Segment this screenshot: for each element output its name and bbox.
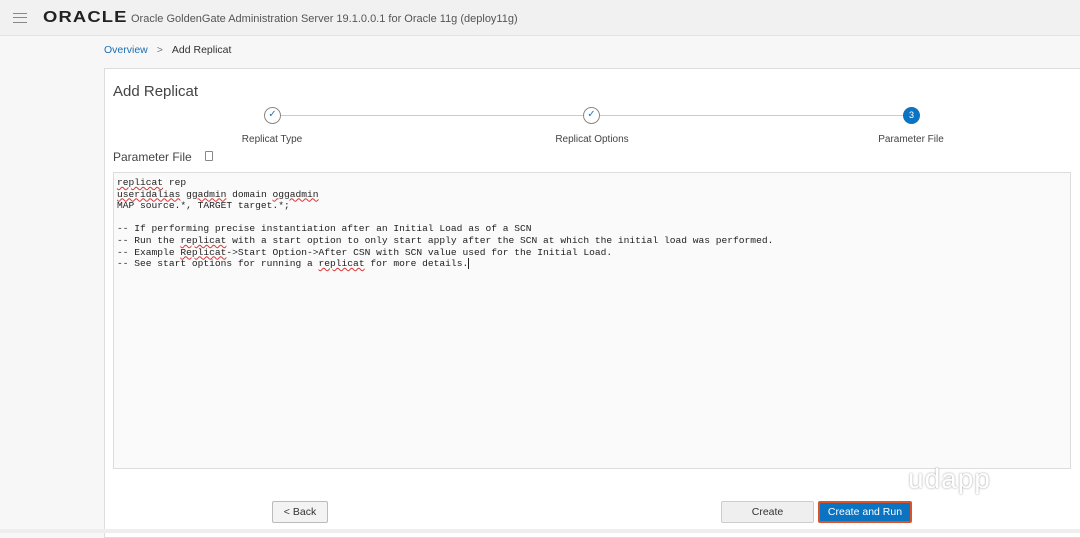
misspelled-word: replicat <box>318 258 365 270</box>
misspelled-word: replicat <box>180 234 227 246</box>
step-label-parameter-file: Parameter File <box>878 134 944 145</box>
editor-line: MAP source.*, TARGET target.*; <box>117 200 1067 212</box>
step-1-check-icon[interactable]: ✓ <box>264 107 281 124</box>
bottom-strip <box>0 529 1080 533</box>
watermark: udapp <box>908 463 991 494</box>
misspelled-word: replicat <box>117 177 164 188</box>
step-label-replicat-options: Replicat Options <box>555 134 629 145</box>
app-title: Oracle GoldenGate Administration Server … <box>131 13 518 25</box>
editor-text: rep <box>163 177 187 188</box>
misspelled-word: useridalias <box>117 188 181 200</box>
editor-text: MAP source.*, TARGET target.*; <box>117 200 290 212</box>
copy-icon[interactable] <box>205 151 213 161</box>
breadcrumb-separator: > <box>156 44 163 56</box>
editor-text: -- Run the <box>117 234 181 246</box>
editor-text: for more details. <box>364 258 469 270</box>
editor-line: ​ <box>117 212 1067 224</box>
create-button[interactable]: Create <box>721 501 814 523</box>
page-title: Add Replicat <box>113 83 199 100</box>
misspelled-word: oggadmin <box>272 188 319 200</box>
misspelled-word: Replicat <box>180 246 227 258</box>
oracle-logo: ORACLE <box>43 9 128 26</box>
parameter-file-editor[interactable]: replicat rep useridalias ggadmin domain o… <box>113 172 1071 469</box>
editor-text: -- Example <box>117 246 181 258</box>
hamburger-menu-icon[interactable] <box>13 13 27 23</box>
editor-text: domain <box>226 188 273 200</box>
parameter-file-label: Parameter File <box>113 150 192 164</box>
editor-line: replicat rep <box>117 177 1067 189</box>
editor-line: -- If performing precise instantiation a… <box>117 223 1067 235</box>
breadcrumb-overview-link[interactable]: Overview <box>104 44 148 56</box>
editor-text: ->Start Option->After CSN with SCN value… <box>226 246 613 258</box>
step-3-indicator[interactable]: 3 <box>903 107 920 124</box>
editor-line: useridalias ggadmin domain oggadmin <box>117 189 1067 201</box>
breadcrumb: Overview > Add Replicat <box>104 44 231 56</box>
editor-text: with a start option to only start apply … <box>226 234 774 246</box>
app-header: ORACLE Oracle GoldenGate Administration … <box>0 0 1080 36</box>
editor-line: -- See start options for running a repli… <box>117 258 1067 270</box>
editor-text: -- See start options for running a <box>117 258 319 270</box>
editor-line: -- Run the replicat with a start option … <box>117 235 1067 247</box>
breadcrumb-current: Add Replicat <box>171 44 232 56</box>
create-and-run-button[interactable]: Create and Run <box>818 501 912 523</box>
back-button[interactable]: < Back <box>272 501 328 523</box>
step-label-replicat-type: Replicat Type <box>241 134 303 145</box>
misspelled-word: ggadmin <box>186 188 227 200</box>
text-caret <box>468 258 470 270</box>
step-2-check-icon[interactable]: ✓ <box>583 107 600 124</box>
editor-text: -- If performing precise instantiation a… <box>117 223 532 235</box>
editor-line: -- Example Replicat->Start Option->After… <box>117 247 1067 259</box>
